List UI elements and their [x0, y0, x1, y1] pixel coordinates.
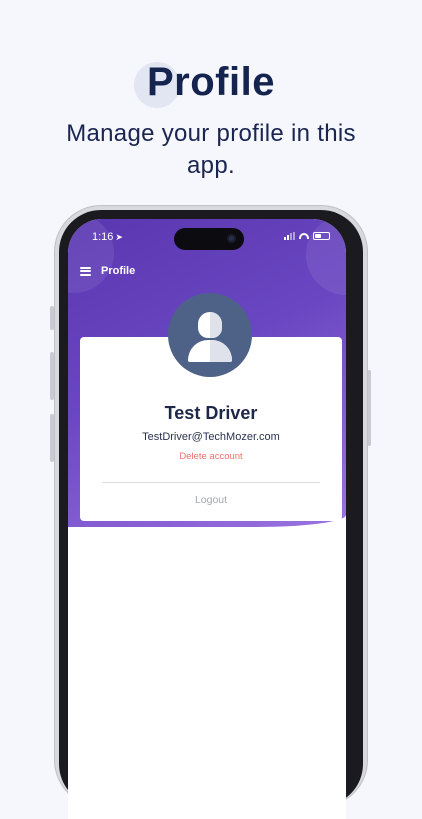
avatar-head	[198, 312, 222, 338]
wifi-icon	[299, 233, 309, 239]
app-bar-title: Profile	[101, 265, 136, 277]
status-time-text: 1:16	[92, 231, 114, 243]
navigation-arrow-icon: ➤	[115, 232, 123, 242]
phone-action-button	[50, 306, 54, 330]
battery-icon	[313, 232, 330, 240]
logout-button[interactable]: Logout	[80, 494, 342, 506]
promo-header: Profile	[0, 56, 422, 108]
card-divider	[102, 482, 320, 483]
profile-name: Test Driver	[164, 403, 258, 423]
phone-power-button	[367, 370, 371, 446]
delete-account-link[interactable]: Delete account	[80, 451, 342, 462]
avatar-body	[188, 340, 232, 362]
promo-subtitle: Manage your profile in this app.	[66, 120, 356, 179]
camera-icon	[227, 234, 236, 243]
app-bar: Profile	[80, 265, 135, 277]
cellular-signal-icon	[284, 232, 295, 240]
phone-frame: 1:16 ➤ Profile Test Driver TestDriver@Tec…	[55, 206, 367, 819]
dynamic-island	[174, 228, 244, 250]
profile-email: TestDriver@TechMozer.com	[142, 431, 280, 443]
promo-title: Profile	[147, 60, 275, 104]
status-bar-icons	[284, 232, 330, 240]
user-avatar-icon[interactable]	[168, 293, 252, 377]
phone-volume-down-button	[50, 414, 54, 462]
hamburger-menu-icon[interactable]	[80, 266, 91, 276]
phone-screen: 1:16 ➤ Profile Test Driver TestDriver@Tec…	[68, 219, 346, 819]
decorative-circle-right	[306, 219, 346, 295]
phone-volume-up-button	[50, 352, 54, 400]
status-bar-time: 1:16 ➤	[92, 231, 123, 243]
